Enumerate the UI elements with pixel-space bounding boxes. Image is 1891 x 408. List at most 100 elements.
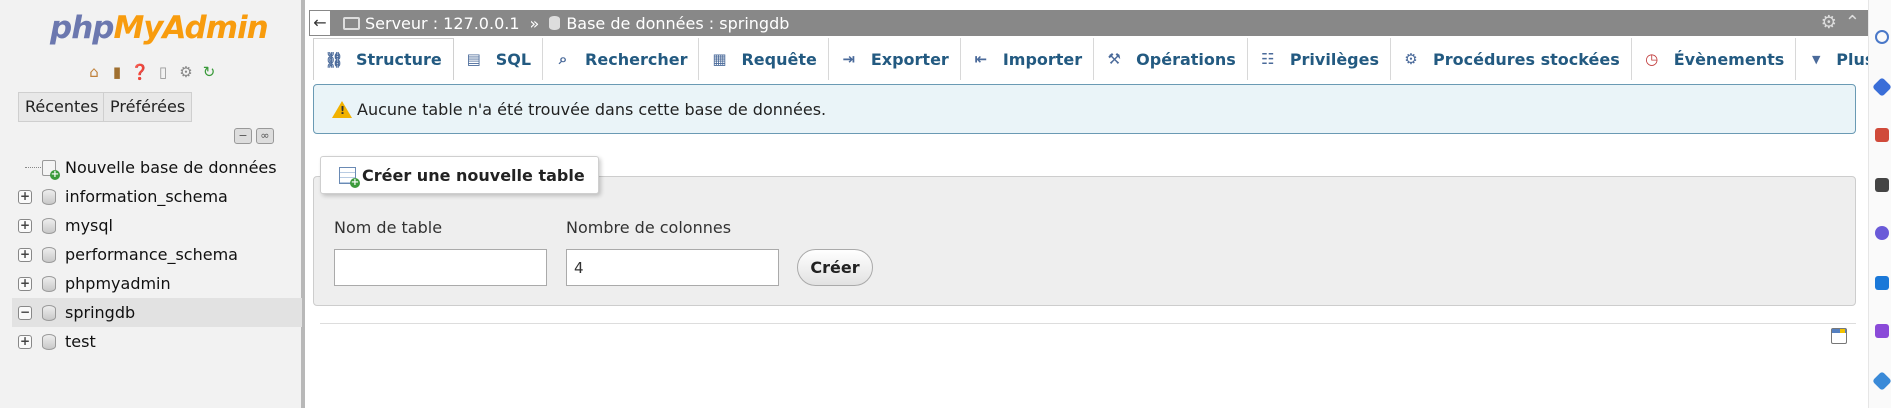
database-icon — [42, 246, 56, 263]
breadcrumb-database[interactable]: Base de données : springdb — [566, 14, 789, 33]
create-table-legend: Créer une nouvelle table — [320, 156, 599, 194]
server-icon — [343, 16, 360, 30]
favorites-button[interactable]: Préférées — [103, 92, 193, 122]
tab-structure[interactable]: ⛓ Structure — [313, 38, 454, 80]
tab-label: Structure — [356, 50, 442, 69]
tab-label: Importer — [1002, 49, 1083, 69]
tab-privileges[interactable]: ☷ Privilèges — [1248, 38, 1391, 80]
query-icon: ▦ — [712, 50, 727, 68]
export-icon: ⇥ — [842, 50, 856, 68]
tree-item-label: Nouvelle base de données — [65, 158, 277, 177]
tab-events[interactable]: ◷ Évènements — [1632, 38, 1797, 80]
more-icon: ▼ — [1812, 52, 1821, 66]
person-icon[interactable] — [1875, 178, 1889, 192]
create-table-fieldset — [313, 176, 1856, 306]
events-icon: ◷ — [1645, 50, 1659, 68]
tree-connector — [25, 167, 43, 168]
send-icon[interactable] — [1872, 371, 1891, 391]
gear-icon[interactable]: ⚙ — [1821, 12, 1837, 33]
link-icon[interactable]: ∞ — [256, 128, 274, 144]
docs-icon[interactable]: ▯ — [153, 62, 173, 82]
warning-icon — [332, 100, 352, 118]
tree-item-label: phpmyadmin — [65, 274, 171, 293]
tree-item-test[interactable]: + test — [12, 327, 302, 356]
tree-item-performance-schema[interactable]: + performance_schema — [12, 240, 302, 269]
routines-icon: ⚙ — [1404, 50, 1418, 68]
outlook-icon[interactable] — [1875, 276, 1889, 290]
column-count-label: Nombre de colonnes — [566, 218, 732, 237]
tree-controls: − ∞ — [234, 128, 274, 144]
tab-label: Opérations — [1136, 49, 1236, 69]
diamond-icon[interactable] — [1872, 77, 1891, 97]
tree-item-information-schema[interactable]: + information_schema — [12, 182, 302, 211]
console-icon[interactable] — [1831, 328, 1847, 344]
help-icon[interactable]: ❓ — [130, 62, 150, 82]
browser-side-strip — [1868, 0, 1891, 408]
copilot-icon[interactable] — [1875, 226, 1889, 240]
tab-export[interactable]: ⇥ Exporter — [829, 38, 961, 80]
logout-icon[interactable]: ▮ — [107, 62, 127, 82]
home-icon[interactable]: ⌂ — [84, 62, 104, 82]
privileges-icon: ☷ — [1261, 50, 1275, 68]
sql-icon: ▤ — [466, 50, 481, 68]
collapse-icon[interactable]: − — [18, 305, 32, 320]
nav-icon-bar: ⌂ ▮ ❓ ▯ ⚙ ↻ — [84, 62, 219, 82]
tree-item-phpmyadmin[interactable]: + phpmyadmin — [12, 269, 302, 298]
tab-routines[interactable]: ⚙ Procédures stockées — [1391, 38, 1632, 80]
wrench-icon: ⚒ — [1107, 50, 1121, 68]
tab-label: Procédures stockées — [1433, 49, 1620, 69]
tree-item-label: springdb — [65, 303, 136, 322]
tab-label: SQL — [495, 49, 532, 69]
tab-sql[interactable]: ▤ SQL — [454, 38, 544, 80]
search-icon[interactable] — [1875, 30, 1889, 44]
navigation-panel: phpMyAdmin ⌂ ▮ ❓ ▯ ⚙ ↻ Récentes Préférée… — [0, 0, 305, 408]
tree-item-mysql[interactable]: + mysql — [12, 211, 302, 240]
tab-search[interactable]: ⌕ Rechercher — [543, 38, 700, 80]
expand-icon[interactable]: + — [18, 189, 32, 204]
tab-operations[interactable]: ⚒ Opérations — [1094, 38, 1248, 80]
database-icon — [42, 275, 56, 292]
import-icon: ⇤ — [974, 50, 988, 68]
tab-label: Privilèges — [1289, 49, 1379, 69]
tab-label: Évènements — [1673, 49, 1785, 69]
database-icon — [549, 16, 561, 30]
create-table-title: Créer une nouvelle table — [362, 165, 585, 185]
expand-icon[interactable]: + — [18, 218, 32, 233]
notice-message: Aucune table n'a été trouvée dans cette … — [313, 84, 1856, 134]
phpmyadmin-logo[interactable]: phpMyAdmin — [50, 10, 269, 46]
settings-icon[interactable]: ⚙ — [176, 62, 196, 82]
divider — [320, 323, 1856, 324]
database-icon — [42, 188, 56, 205]
tab-label: Requête — [741, 49, 817, 69]
expand-icon[interactable]: + — [18, 276, 32, 291]
tree-item-springdb[interactable]: − springdb — [12, 298, 302, 327]
back-arrow-icon[interactable]: ← — [309, 10, 331, 36]
breadcrumb: ← Serveur : 127.0.0.1 » Base de données … — [309, 10, 1868, 36]
tab-label: Rechercher — [585, 49, 688, 69]
tree-item-label: information_schema — [65, 187, 228, 206]
database-icon — [42, 217, 56, 234]
tab-import[interactable]: ⇤ Importer — [961, 38, 1095, 80]
reload-icon[interactable]: ↻ — [199, 62, 219, 82]
shopping-icon[interactable] — [1875, 128, 1889, 142]
tree-item-label: performance_schema — [65, 245, 238, 264]
new-table-icon — [339, 166, 360, 188]
collapse-all-icon[interactable]: − — [234, 128, 252, 144]
table-name-input[interactable] — [334, 249, 547, 286]
recent-button[interactable]: Récentes — [18, 92, 106, 122]
expand-icon[interactable]: + — [18, 247, 32, 262]
tree-item-new-database[interactable]: Nouvelle base de données — [12, 153, 302, 182]
collapse-up-icon[interactable]: ⌃ — [1845, 12, 1860, 33]
database-icon — [42, 333, 56, 350]
app-icon[interactable] — [1875, 324, 1889, 338]
structure-icon: ⛓ — [324, 50, 344, 69]
create-button[interactable]: Créer — [797, 249, 873, 286]
breadcrumb-server[interactable]: Serveur : 127.0.0.1 — [365, 14, 520, 33]
expand-icon[interactable]: + — [18, 334, 32, 349]
column-count-input[interactable] — [566, 249, 779, 286]
tab-query[interactable]: ▦ Requête — [699, 38, 829, 80]
logo-php: php — [50, 10, 114, 46]
tree-item-label: mysql — [65, 216, 113, 235]
database-tree: Nouvelle base de données + information_s… — [12, 153, 302, 356]
search-icon: ⌕ — [558, 50, 568, 68]
